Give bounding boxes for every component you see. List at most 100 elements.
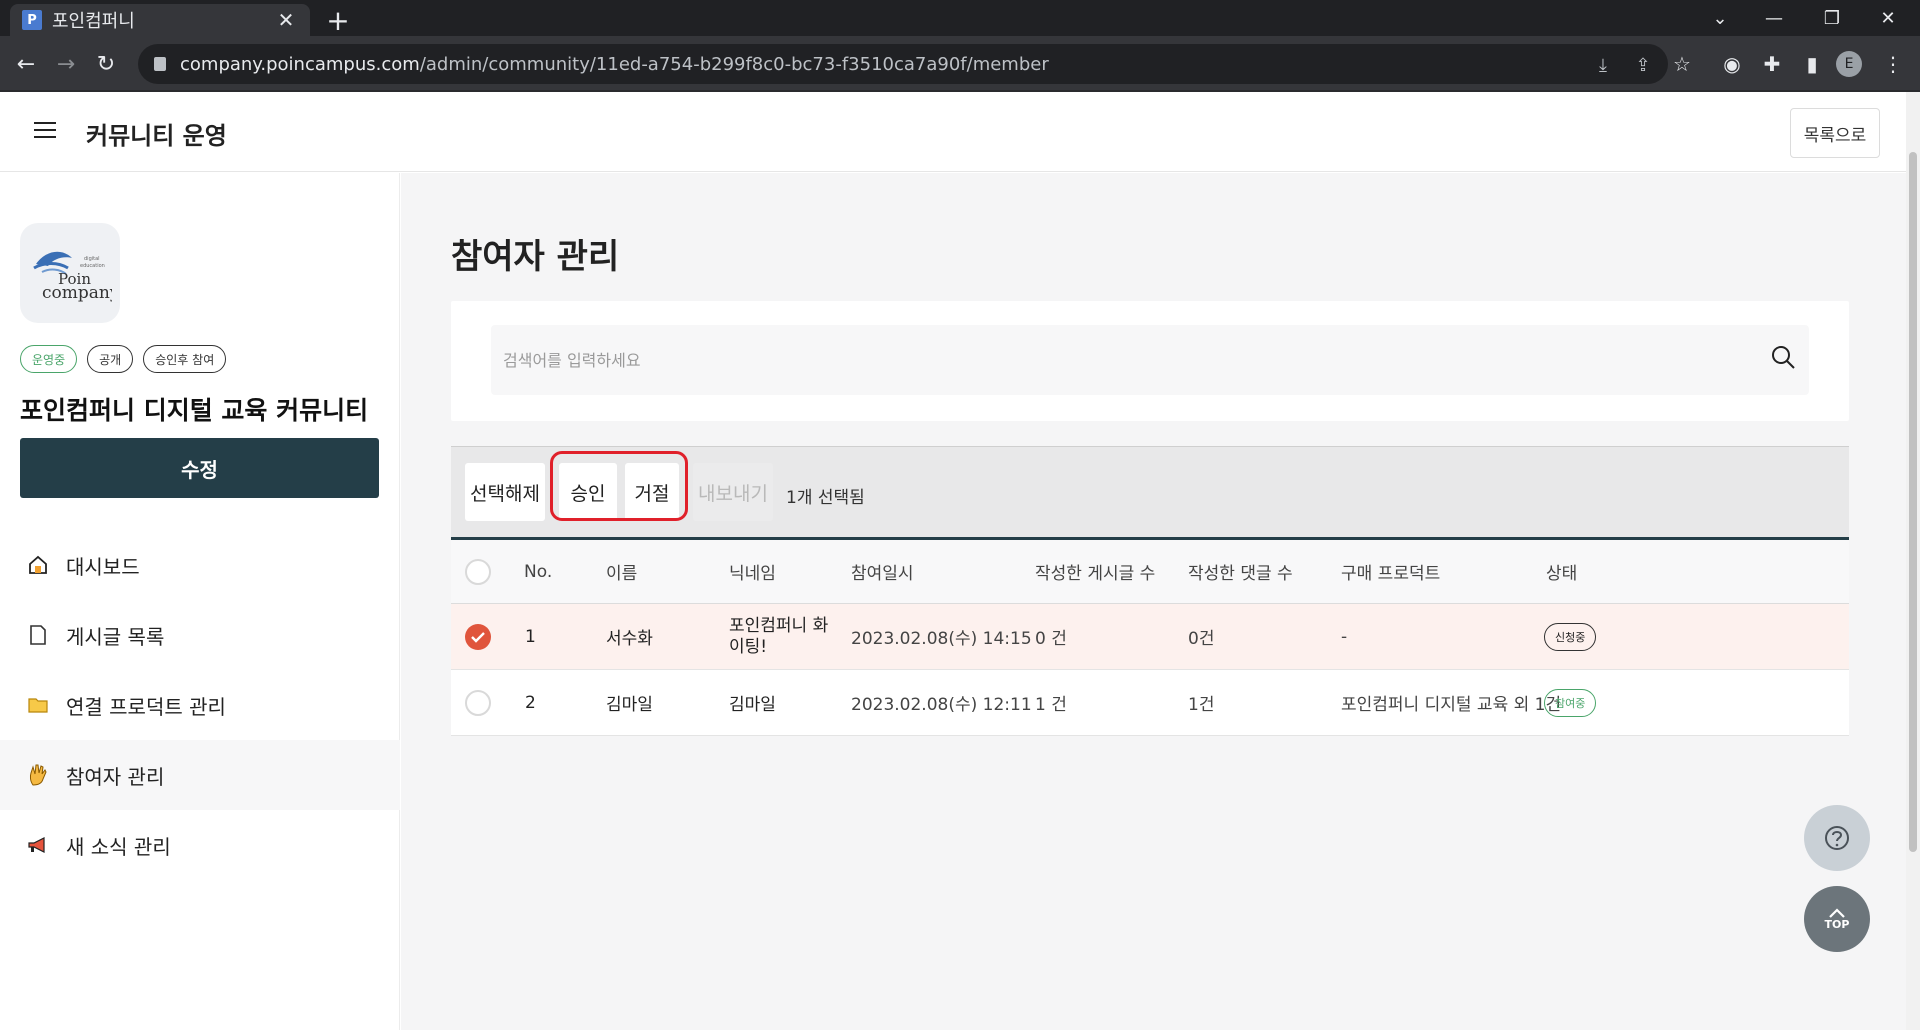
camera-icon[interactable]: ◉ (1714, 46, 1750, 82)
cell-no: 2 (525, 692, 536, 713)
export-button[interactable]: 내보내기 (693, 463, 773, 521)
browser-toolbar: ← → ↻ company.poincampus.com/admin/commu… (0, 36, 1920, 92)
selected-count: 1개 선택됨 (786, 488, 865, 508)
status-badge: 운영중 (20, 345, 78, 373)
search-icon[interactable] (1769, 343, 1797, 371)
community-logo: digital education Poin company (20, 223, 120, 323)
install-icon[interactable]: ⤓ (1592, 54, 1614, 76)
scrollbar-thumb[interactable] (1909, 152, 1917, 852)
browser-tab[interactable]: P 포인컴퍼니 ✕ (10, 4, 310, 36)
svg-text:company: company (42, 283, 112, 303)
status-badge: 참여중 (1544, 688, 1597, 717)
table-row[interactable]: 1 서수화 포인컴퍼니 화이팅! 2023.02.08(수) 14:15 0 건… (451, 604, 1849, 670)
cell-posts: 1 건 (1035, 695, 1067, 715)
check-icon (471, 631, 485, 643)
community-badges: 운영중 공개 승인후 참여 (20, 345, 227, 373)
sidebar-item-label: 대시보드 (66, 554, 140, 579)
new-tab-icon[interactable]: + (322, 4, 354, 37)
sidebar-item-members[interactable]: 참여자 관리 (0, 740, 400, 810)
scroll-top-button[interactable]: TOP (1804, 886, 1870, 952)
svg-text:education: education (80, 263, 105, 269)
tab-close-icon[interactable]: ✕ (274, 8, 298, 32)
column-joined: 참여일시 (851, 564, 914, 584)
edit-button[interactable]: 수정 (20, 438, 379, 498)
poin-company-logo-icon: digital education Poin company (33, 251, 112, 303)
forward-icon[interactable]: → (48, 46, 84, 82)
cell-name: 서수화 (606, 629, 653, 649)
cell-posts: 0 건 (1035, 629, 1067, 649)
table-header: No. 이름 닉네임 참여일시 작성한 게시글 수 작성한 댓글 수 구매 프로… (451, 540, 1849, 604)
cell-name: 김마일 (606, 695, 653, 715)
tab-search-icon[interactable]: ⌄ (1698, 0, 1742, 36)
column-posts: 작성한 게시글 수 (1035, 564, 1156, 584)
browser-menu-icon[interactable]: ⋮ (1875, 46, 1911, 82)
sidebar-item-posts[interactable]: 게시글 목록 (0, 600, 400, 670)
search-card (451, 301, 1849, 421)
approve-button[interactable]: 승인 (559, 463, 617, 521)
folder-icon (26, 693, 50, 717)
sidebar-item-products[interactable]: 연결 프로덕트 관리 (0, 670, 400, 740)
sidebar-item-news[interactable]: 새 소식 관리 (0, 810, 400, 880)
header-title: 커뮤니티 운영 (86, 122, 227, 150)
help-button[interactable] (1804, 805, 1870, 871)
hand-icon (26, 763, 50, 787)
browser-titlebar: P 포인컴퍼니 ✕ + ⌄ — ❐ ✕ (0, 0, 1920, 37)
cell-nickname: 포인컴퍼니 화이팅! (729, 615, 829, 657)
svg-text:digital: digital (84, 256, 100, 262)
column-no: No. (524, 561, 553, 582)
sidebar-item-label: 연결 프로덕트 관리 (66, 694, 226, 719)
back-icon[interactable]: ← (8, 46, 44, 82)
megaphone-icon (26, 833, 50, 857)
select-all-checkbox[interactable] (465, 558, 491, 585)
row-checkbox-checked[interactable] (465, 623, 491, 650)
cell-nickname: 김마일 (729, 695, 776, 715)
hamburger-menu-icon[interactable] (34, 122, 56, 140)
cell-no: 1 (525, 626, 536, 647)
app-header: 커뮤니티 운영 목록으로 (0, 92, 1906, 172)
column-nickname: 닉네임 (729, 564, 776, 584)
column-status: 상태 (1546, 564, 1578, 584)
profile-avatar[interactable]: E (1836, 51, 1862, 77)
community-name: 포인컴퍼니 디지털 교육 커뮤니티 (20, 396, 369, 425)
sidebar-menu: 대시보드 게시글 목록 연결 프로덕트 관리 참여자 관리 새 소식 관리 (0, 530, 400, 880)
main-content: 참여자 관리 선택해제 승인 거절 내보내기 1개 선택됨 No. 이름 닉네임… (401, 173, 1906, 1030)
minimize-icon[interactable]: — (1752, 0, 1796, 36)
question-icon (1825, 826, 1849, 850)
bulk-action-toolbar: 선택해제 승인 거절 내보내기 1개 선택됨 (451, 446, 1849, 540)
page-scrollbar[interactable] (1906, 92, 1920, 1030)
page-title: 참여자 관리 (451, 237, 620, 277)
cell-comments: 0건 (1188, 629, 1215, 649)
bookmark-star-icon[interactable]: ☆ (1664, 46, 1700, 82)
home-icon (26, 553, 50, 577)
address-bar[interactable]: company.poincampus.com/admin/community/1… (138, 44, 1668, 84)
lock-icon (154, 57, 166, 71)
table-row[interactable]: 2 김마일 김마일 2023.02.08(수) 12:11 1 건 1건 포인컴… (451, 670, 1849, 736)
cell-joined: 2023.02.08(수) 14:15 (851, 629, 1032, 649)
column-product: 구매 프로덕트 (1341, 564, 1441, 584)
cell-product: - (1341, 626, 1348, 647)
top-label: TOP (1824, 917, 1850, 931)
extensions-icon[interactable]: ✚ (1754, 46, 1790, 82)
member-table: No. 이름 닉네임 참여일시 작성한 게시글 수 작성한 댓글 수 구매 프로… (451, 540, 1849, 736)
cell-joined: 2023.02.08(수) 12:11 (851, 695, 1032, 715)
reload-icon[interactable]: ↻ (88, 46, 124, 82)
search-input[interactable] (491, 325, 1809, 395)
status-badge: 신청중 (1544, 622, 1597, 651)
chevron-up-icon (1829, 907, 1845, 918)
reject-button[interactable]: 거절 (625, 463, 679, 521)
back-to-list-button[interactable]: 목록으로 (1790, 108, 1880, 158)
document-icon (26, 623, 50, 647)
visibility-badge: 공개 (87, 345, 134, 373)
share-icon[interactable]: ⇪ (1632, 54, 1654, 76)
restore-icon[interactable]: ❐ (1810, 0, 1854, 36)
favicon-icon: P (22, 10, 42, 30)
row-checkbox[interactable] (465, 689, 491, 716)
tab-title: 포인컴퍼니 (52, 11, 135, 32)
cell-product: 포인컴퍼니 디지털 교육 외 1건 (1341, 695, 1562, 715)
close-window-icon[interactable]: ✕ (1866, 0, 1910, 36)
deselect-button[interactable]: 선택해제 (465, 463, 545, 521)
cell-comments: 1건 (1188, 695, 1215, 715)
side-panel-icon[interactable]: ▮ (1794, 46, 1830, 82)
sidebar-item-dashboard[interactable]: 대시보드 (0, 530, 400, 600)
sidebar-item-label: 참여자 관리 (66, 764, 165, 789)
